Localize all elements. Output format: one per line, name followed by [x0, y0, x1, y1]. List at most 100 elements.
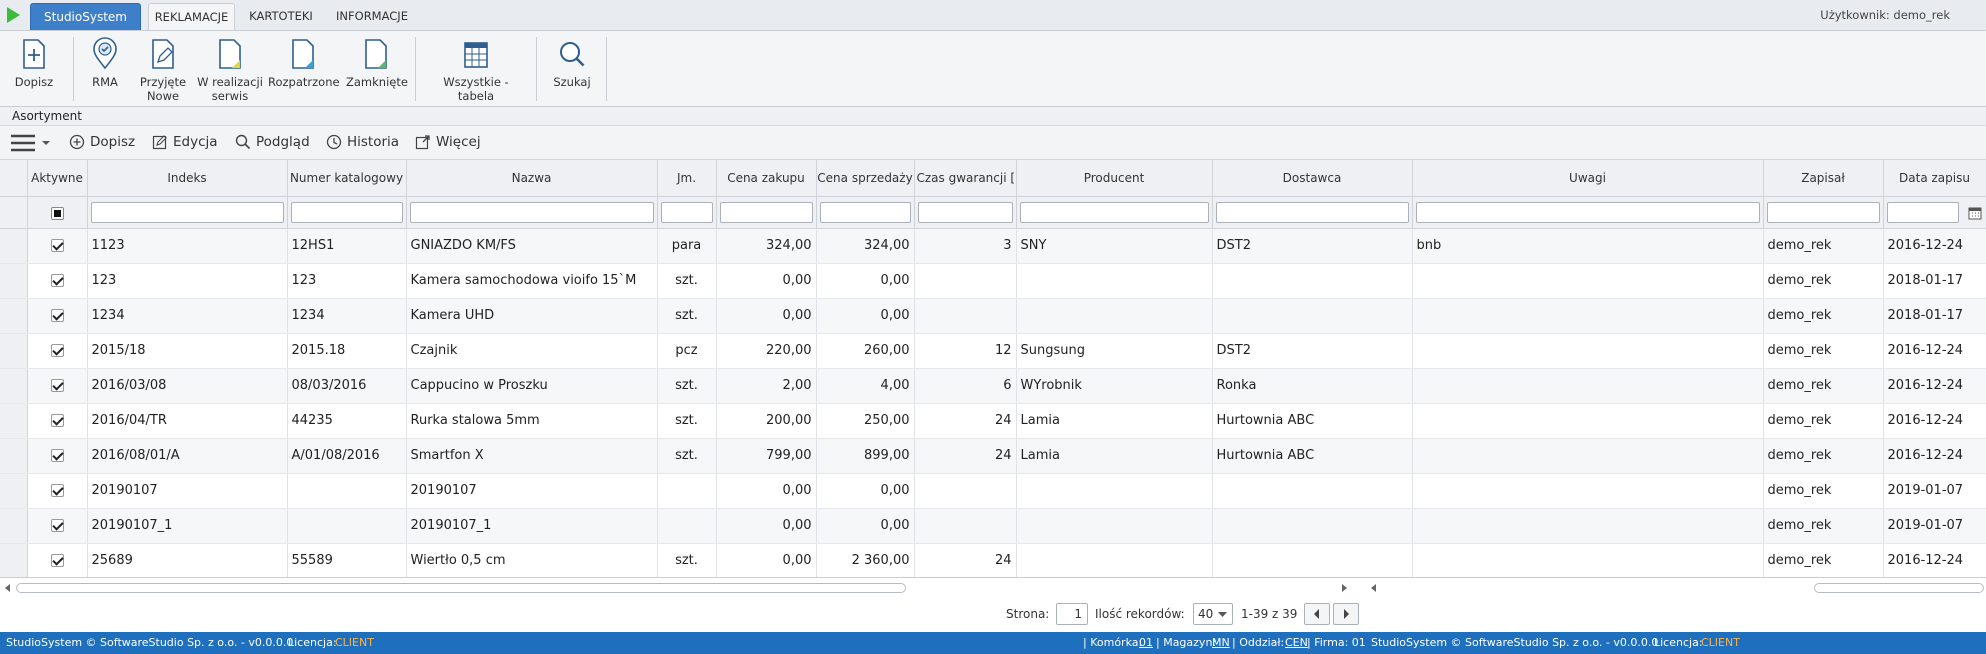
row-selector[interactable]	[0, 333, 28, 369]
filter-dostawca-input[interactable]	[1215, 201, 1409, 223]
scroll-right-arrow-icon[interactable]	[1342, 584, 1347, 592]
scroll-left-arrow-icon[interactable]	[1371, 584, 1376, 592]
row-selector[interactable]	[0, 368, 28, 404]
filter-data-zapisu-input[interactable]	[1886, 201, 1959, 223]
filter-czas-gwarancji-input[interactable]	[917, 201, 1013, 223]
cell-nazwa: Cappucino w Proszku	[406, 368, 658, 404]
horizontal-scrollbar-right[interactable]	[1366, 580, 1986, 596]
row-selector[interactable]	[0, 438, 28, 474]
filter-jm-input[interactable]	[660, 201, 713, 223]
table-row[interactable]: 25689 55589 Wiertło 0,5 cm szt. 0,00 2 360,00…	[0, 543, 1986, 577]
filter-active-checkbox[interactable]	[50, 206, 64, 220]
filter-cena-zakupu-input[interactable]	[719, 201, 813, 223]
row-selector[interactable]	[0, 228, 28, 264]
ribbon-button-rma[interactable]: RMA	[84, 37, 126, 89]
tab-reklamacje[interactable]: REKLAMACJE	[148, 3, 235, 30]
add-button[interactable]: Dopisz	[69, 134, 135, 150]
app-menu-button[interactable]: StudioSystem	[30, 3, 141, 30]
status-license-value: CLIENT	[335, 636, 374, 649]
ribbon-button-szukaj[interactable]: Szukaj	[546, 37, 598, 89]
cell-aktywne	[27, 263, 88, 299]
filter-indeks-input[interactable]	[90, 201, 284, 223]
prev-page-button[interactable]	[1304, 603, 1330, 625]
filter-nazwa-input[interactable]	[409, 201, 654, 223]
column-header-producent[interactable]: Producent	[1016, 160, 1213, 197]
table-row[interactable]: 2016/03/08 08/03/2016 Cappucino w Proszku s…	[0, 368, 1986, 404]
status-oddzial-value[interactable]: CEN	[1285, 632, 1308, 654]
row-selector[interactable]	[0, 508, 28, 544]
column-header-czas-gwarancji[interactable]: Czas gwarancji [m	[914, 160, 1017, 197]
table-row[interactable]: 2015/18 2015.18 Czajnik pcz 220,00 260,00 12 Su…	[0, 333, 1986, 369]
table-row[interactable]: 1234 1234 Kamera UHD szt. 0,00 0,00 demo_rek 20…	[0, 298, 1986, 334]
active-checkbox[interactable]	[50, 274, 64, 287]
page-input[interactable]: 1	[1056, 603, 1088, 625]
column-header-cena-zakupu[interactable]: Cena zakupu	[716, 160, 817, 197]
column-header-nazwa[interactable]: Nazwa	[406, 160, 658, 197]
table-row[interactable]: 20190107 20190107 0,00 0,00 demo_rek 2019-01-…	[0, 473, 1986, 509]
row-selector[interactable]	[0, 298, 28, 334]
column-header-indeks[interactable]: Indeks	[87, 160, 288, 197]
filter-numer-katalogowy-input[interactable]	[290, 201, 403, 223]
active-checkbox[interactable]	[50, 309, 64, 322]
ribbon-button-przyjete[interactable]: Przyjęte Nowe	[137, 37, 189, 103]
table-row[interactable]: 1123 12HS1 GNIAZDO KM/FS para 324,00 324,00 3 S…	[0, 228, 1986, 264]
table-row[interactable]: 2016/08/01/A A/01/08/2016 Smartfon Xszt. 79…	[0, 438, 1986, 474]
next-page-button[interactable]	[1333, 603, 1359, 625]
play-icon[interactable]	[7, 7, 20, 23]
ribbon-button-rozpatrzone[interactable]: Rozpatrzone	[268, 37, 340, 89]
column-header-uwagi[interactable]: Uwagi	[1412, 160, 1764, 197]
history-button[interactable]: Historia	[326, 134, 399, 150]
column-header-aktywne[interactable]: Aktywne	[27, 160, 88, 197]
calendar-icon[interactable]	[1968, 206, 1982, 220]
active-checkbox[interactable]	[50, 344, 64, 357]
row-selector[interactable]	[0, 473, 28, 509]
active-checkbox[interactable]	[50, 379, 64, 392]
column-header-jm[interactable]: Jm.	[657, 160, 717, 197]
row-selector[interactable]	[0, 543, 28, 577]
edit-button[interactable]: Edycja	[152, 134, 218, 150]
filter-producent-input[interactable]	[1019, 201, 1209, 223]
ribbon-separator	[415, 37, 416, 101]
ribbon-button-w-realizacji[interactable]: W realizacji serwis	[195, 37, 265, 103]
table-row[interactable]: 20190107_1 20190107_1 0,00 0,00 demo_rek 2019…	[0, 508, 1986, 544]
ribbon-button-zamkniete[interactable]: Zamknięte	[346, 37, 408, 89]
more-button[interactable]: Więcej	[415, 134, 481, 150]
preview-button[interactable]: Podgląd	[235, 134, 310, 150]
column-header-data-zapisu[interactable]: Data zapisu	[1883, 160, 1986, 197]
cell-jm: szt.	[657, 438, 717, 474]
column-header-dostawca[interactable]: Dostawca	[1212, 160, 1413, 197]
table-row[interactable]: 123 123 Kamera samochodowa vioifo 15`M szt.…	[0, 263, 1986, 299]
active-checkbox[interactable]	[50, 554, 64, 567]
filter-cena-sprzedazy-input[interactable]	[819, 201, 911, 223]
scroll-left-arrow-icon[interactable]	[5, 584, 10, 592]
active-checkbox[interactable]	[50, 414, 64, 427]
hamburger-menu-button[interactable]	[10, 133, 51, 153]
status-magazyn-value[interactable]: MN	[1212, 632, 1230, 654]
active-checkbox[interactable]	[50, 519, 64, 532]
record-count-select[interactable]: 40	[1193, 603, 1233, 625]
ribbon-button-dopisz[interactable]: Dopisz	[6, 37, 62, 89]
filter-zapisal-input[interactable]	[1766, 201, 1880, 223]
column-header-numer-katalogowy[interactable]: Numer katalogowy	[287, 160, 407, 197]
scrollbar-thumb[interactable]	[16, 583, 906, 593]
cell-nazwa: Rurka stalowa 5mm	[406, 403, 658, 439]
cell-indeks: 123	[87, 263, 288, 299]
tab-kartoteki[interactable]: KARTOTEKI	[243, 3, 319, 30]
document-blue-corner-icon	[292, 39, 314, 69]
column-header-zapisal[interactable]: Zapisał	[1763, 160, 1884, 197]
tab-informacje[interactable]: INFORMACJE	[326, 3, 418, 30]
filter-uwagi-input[interactable]	[1415, 201, 1760, 223]
active-checkbox[interactable]	[50, 484, 64, 497]
column-header-cena-sprzedazy[interactable]: Cena sprzedaży	[816, 160, 915, 197]
table-row[interactable]: 2016/04/TR 44235 Rurka stalowa 5mm szt. 200,…	[0, 403, 1986, 439]
scrollbar-thumb[interactable]	[1814, 583, 1984, 593]
cell-cena-zakupu: 220,00	[716, 333, 817, 369]
row-selector[interactable]	[0, 263, 28, 299]
horizontal-scrollbar-left[interactable]	[0, 580, 1360, 596]
row-selector[interactable]	[0, 403, 28, 439]
active-checkbox[interactable]	[50, 449, 64, 462]
ribbon-button-wszystkie[interactable]: Wszystkie - tabela	[425, 37, 527, 103]
active-checkbox[interactable]	[50, 239, 64, 252]
cell-czas-gwarancji	[914, 263, 1017, 299]
status-komorka-value[interactable]: 01	[1139, 632, 1153, 654]
